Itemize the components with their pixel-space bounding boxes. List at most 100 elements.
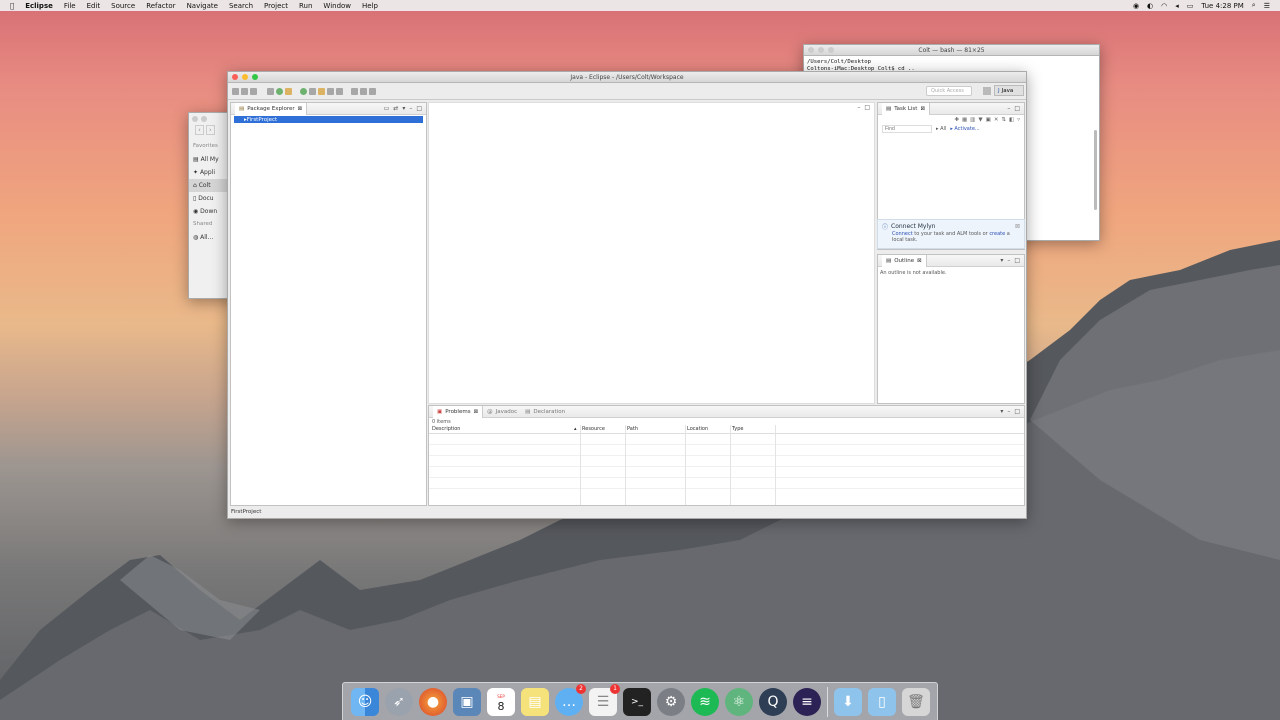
activate-task-link[interactable]: ▸ Activate... bbox=[950, 126, 979, 132]
forward-icon[interactable]: › bbox=[205, 125, 215, 135]
eclipse-icon[interactable]: ≡ bbox=[793, 687, 821, 716]
eclipse-window[interactable]: Java - Eclipse - /Users/Colt/Workspace Q… bbox=[227, 71, 1027, 519]
debug-icon[interactable] bbox=[267, 87, 274, 95]
close-button[interactable] bbox=[232, 74, 238, 80]
maximize-editor-icon[interactable]: □ bbox=[864, 104, 870, 111]
external-tools-icon[interactable] bbox=[285, 87, 292, 95]
tab-task-list[interactable]: ▤ Task List ⊠ bbox=[882, 102, 931, 115]
new-icon[interactable] bbox=[232, 87, 239, 95]
collapse-icon[interactable]: ✕ bbox=[994, 117, 999, 123]
tab-problems[interactable]: ▣ Problems ⊠ bbox=[433, 405, 484, 418]
wifi-icon[interactable]: ◠ bbox=[1161, 2, 1167, 10]
zoom-button[interactable] bbox=[252, 74, 258, 80]
quick-access-field[interactable]: Quick Access bbox=[926, 86, 972, 96]
maximize-view-icon[interactable]: □ bbox=[1014, 257, 1020, 264]
notifications-icon[interactable]: ☰ bbox=[1264, 2, 1270, 10]
java-perspective-button[interactable]: J Java bbox=[994, 85, 1024, 96]
open-perspective-icon[interactable] bbox=[983, 87, 991, 95]
filter-icon[interactable]: ▼ bbox=[978, 117, 982, 123]
scheduled-icon[interactable]: ▥ bbox=[970, 117, 975, 123]
search-icon[interactable] bbox=[336, 87, 343, 95]
new-class-icon[interactable] bbox=[318, 87, 325, 95]
apple-menu-icon[interactable]:  bbox=[10, 2, 14, 10]
column-resource[interactable]: Resource bbox=[582, 426, 605, 432]
menu-eclipse[interactable]: Eclipse bbox=[25, 2, 53, 10]
view-menu-icon[interactable]: ▾ bbox=[1000, 257, 1003, 264]
system-preferences-icon[interactable]: ⚙ bbox=[657, 687, 685, 716]
print-icon[interactable] bbox=[250, 87, 257, 95]
new-package-icon[interactable] bbox=[309, 87, 316, 95]
atom-icon[interactable]: ⚛ bbox=[725, 687, 753, 716]
tab-javadoc[interactable]: @ Javadoc bbox=[483, 406, 521, 418]
column-description[interactable]: Description bbox=[432, 426, 460, 432]
view-menu-icon[interactable]: ▿ bbox=[1017, 117, 1020, 123]
minimize-view-icon[interactable]: – bbox=[1007, 105, 1010, 112]
menu-search[interactable]: Search bbox=[229, 2, 253, 10]
eclipse-titlebar[interactable]: Java - Eclipse - /Users/Colt/Workspace bbox=[228, 72, 1026, 83]
close-tab-icon[interactable]: ⊠ bbox=[298, 106, 303, 112]
menu-run[interactable]: Run bbox=[299, 2, 312, 10]
view-menu-icon[interactable]: ▾ bbox=[402, 105, 405, 112]
menu-refactor[interactable]: Refactor bbox=[146, 2, 175, 10]
firefox-icon[interactable]: ● bbox=[419, 687, 447, 716]
launchpad-icon[interactable]: ➶ bbox=[385, 687, 413, 716]
tab-outline[interactable]: ▤ Outline ⊠ bbox=[882, 254, 927, 267]
close-button[interactable] bbox=[808, 47, 814, 53]
volume-icon[interactable]: ◂ bbox=[1175, 2, 1179, 10]
link-editor-icon[interactable]: ⇄ bbox=[393, 105, 398, 112]
task-find-input[interactable] bbox=[882, 125, 932, 133]
sync-icon[interactable]: ◐ bbox=[1147, 2, 1153, 10]
menu-project[interactable]: Project bbox=[264, 2, 288, 10]
menu-source[interactable]: Source bbox=[111, 2, 135, 10]
problems-table-body[interactable] bbox=[429, 425, 1024, 505]
minimize-view-icon[interactable]: – bbox=[409, 105, 412, 112]
close-button[interactable] bbox=[192, 116, 198, 122]
new-java-project-icon[interactable] bbox=[300, 87, 307, 95]
collapse-all-icon[interactable]: ▭ bbox=[384, 105, 390, 112]
battery-icon[interactable]: ▭ bbox=[1187, 2, 1194, 10]
minimize-view-icon[interactable]: – bbox=[1007, 408, 1010, 415]
tab-package-explorer[interactable]: ▤ Package Explorer ⊠ bbox=[235, 102, 308, 115]
finder-icon[interactable]: ☺ bbox=[351, 687, 379, 716]
categorized-icon[interactable]: ▦ bbox=[962, 117, 967, 123]
close-tab-icon[interactable]: ⊠ bbox=[920, 106, 925, 112]
quicktime-icon[interactable]: Q bbox=[759, 687, 787, 716]
maximize-view-icon[interactable]: □ bbox=[1014, 105, 1020, 112]
messages-icon[interactable]: … 2 bbox=[555, 683, 586, 716]
zoom-button[interactable] bbox=[828, 47, 834, 53]
view-menu-icon[interactable]: ▾ bbox=[1000, 408, 1003, 415]
column-type[interactable]: Type bbox=[732, 426, 743, 432]
hide-completed-icon[interactable]: ▣ bbox=[986, 117, 991, 123]
reminders-icon[interactable]: ☰ 1 bbox=[589, 683, 620, 716]
back-icon[interactable]: ‹ bbox=[195, 125, 204, 135]
focus-icon[interactable]: ◧ bbox=[1009, 117, 1014, 123]
forward-icon[interactable] bbox=[369, 87, 376, 95]
close-tab-icon[interactable]: ⊠ bbox=[474, 409, 479, 415]
open-type-icon[interactable] bbox=[327, 87, 334, 95]
close-mylyn-icon[interactable]: ⊠ bbox=[1015, 223, 1020, 230]
maximize-view-icon[interactable]: □ bbox=[1014, 408, 1020, 415]
minimize-button[interactable] bbox=[242, 74, 248, 80]
spotify-icon[interactable]: ≋ bbox=[691, 687, 719, 716]
menu-file[interactable]: File bbox=[64, 2, 76, 10]
maximize-view-icon[interactable]: □ bbox=[416, 105, 422, 112]
terminal-titlebar[interactable]: Colt — bash — 81×25 bbox=[804, 45, 1099, 56]
close-tab-icon[interactable]: ⊠ bbox=[917, 258, 922, 264]
spotlight-icon[interactable]: ⌕ bbox=[1252, 1, 1256, 10]
prev-annotation-icon[interactable] bbox=[351, 87, 358, 95]
run-icon[interactable] bbox=[276, 87, 283, 95]
menu-navigate[interactable]: Navigate bbox=[187, 2, 218, 10]
tree-item-firstproject[interactable]: ▸ FirstProject bbox=[234, 116, 423, 123]
sync-icon[interactable]: ⇅ bbox=[1001, 117, 1006, 123]
record-icon[interactable]: ◉ bbox=[1133, 2, 1139, 10]
menu-edit[interactable]: Edit bbox=[87, 2, 101, 10]
task-filter-all[interactable]: ▸ All bbox=[936, 126, 946, 132]
documents-folder-icon[interactable]: ▯ bbox=[868, 687, 896, 716]
back-icon[interactable] bbox=[360, 87, 367, 95]
tab-declaration[interactable]: ▤ Declaration bbox=[521, 406, 569, 418]
create-link[interactable]: create bbox=[989, 231, 1005, 237]
calendar-icon[interactable]: SEP 8 bbox=[487, 687, 515, 716]
new-task-icon[interactable]: ✚ bbox=[954, 117, 959, 123]
terminal-scrollbar[interactable] bbox=[1094, 130, 1097, 210]
preview-icon[interactable]: ▣ bbox=[453, 687, 481, 716]
